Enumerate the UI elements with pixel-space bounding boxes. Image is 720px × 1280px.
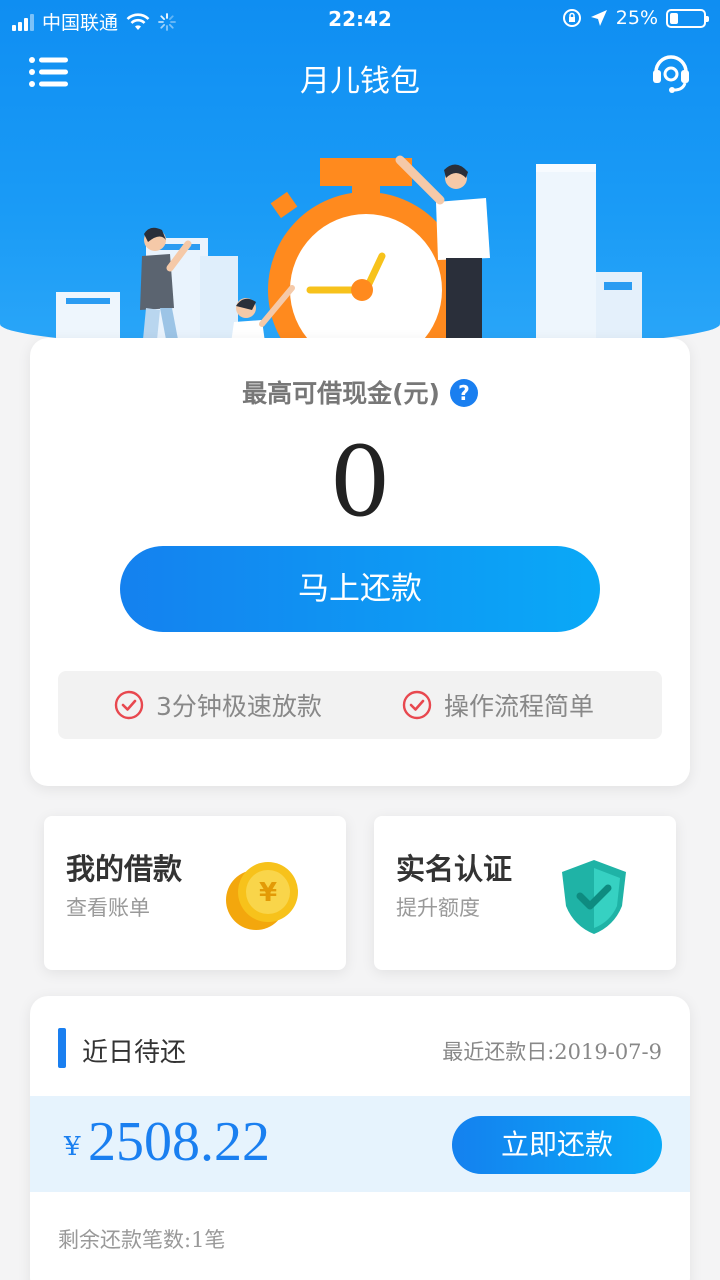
orientation-lock-icon [562,9,581,27]
my-loans-subtitle: 查看账单 [66,896,150,920]
recent-repay-date: 最近还款日:2019-07-9 [442,1040,662,1064]
verify-subtitle: 提升额度 [396,896,480,920]
status-bar: 中国联通 22:42 25% [0,0,720,40]
limit-amount: 0 [329,426,391,538]
real-name-verify-card[interactable]: 实名认证 提升额度 [374,816,676,970]
feature-strip: 3分钟极速放款 操作流程简单 [58,671,662,739]
my-loans-card[interactable]: 我的借款 查看账单 ¥ [44,816,346,970]
feature-simple-process: 操作流程简单 [402,671,594,739]
navigation-bar: 月儿钱包 [0,48,720,104]
check-circle-icon [114,690,144,720]
recent-title: 近日待还 [82,1038,187,1068]
limit-label: 最高可借现金(元) [242,379,440,408]
check-circle-icon [402,690,432,720]
repay-now-button[interactable]: 马上还款 [120,546,600,632]
coin-glyph: ¥ [259,878,277,908]
loan-limit-card: 最高可借现金(元)? 0 马上还款 3分钟极速放款 操作流程简单 [30,338,690,786]
due-amount: 2508.22 [88,1111,270,1173]
currency-symbol: ¥ [64,1132,81,1162]
location-arrow-icon [590,10,607,26]
feature-label: 操作流程简单 [444,692,595,721]
feature-fast-payout: 3分钟极速放款 [114,671,322,739]
amount-band: ¥ 2508.22 立即还款 [30,1096,690,1192]
pay-now-button[interactable]: 立即还款 [452,1116,662,1174]
my-loans-title: 我的借款 [66,852,183,886]
battery-icon [666,8,709,28]
coin-yen-icon: ¥ [226,862,298,930]
hero-header: 中国联通 22:42 25% 月儿钱包 [0,0,720,350]
recent-repayment-card: 近日待还 最近还款日:2019-07-9 ¥ 2508.22 立即还款 剩余还款… [30,996,690,1280]
help-question-icon[interactable]: ? [449,379,478,407]
limit-label-row: 最高可借现金(元)? [30,374,690,410]
shield-check-icon [562,860,626,934]
section-accent-bar [58,1028,66,1068]
page-title: 月儿钱包 [300,64,420,99]
feature-label: 3分钟极速放款 [156,692,322,721]
remaining-count: 剩余还款笔数:1笔 [58,1228,226,1252]
headset-support-icon[interactable] [650,50,692,94]
verify-title: 实名认证 [396,852,513,886]
hero-illustration [56,155,642,350]
battery-percent: 25% [615,7,658,29]
